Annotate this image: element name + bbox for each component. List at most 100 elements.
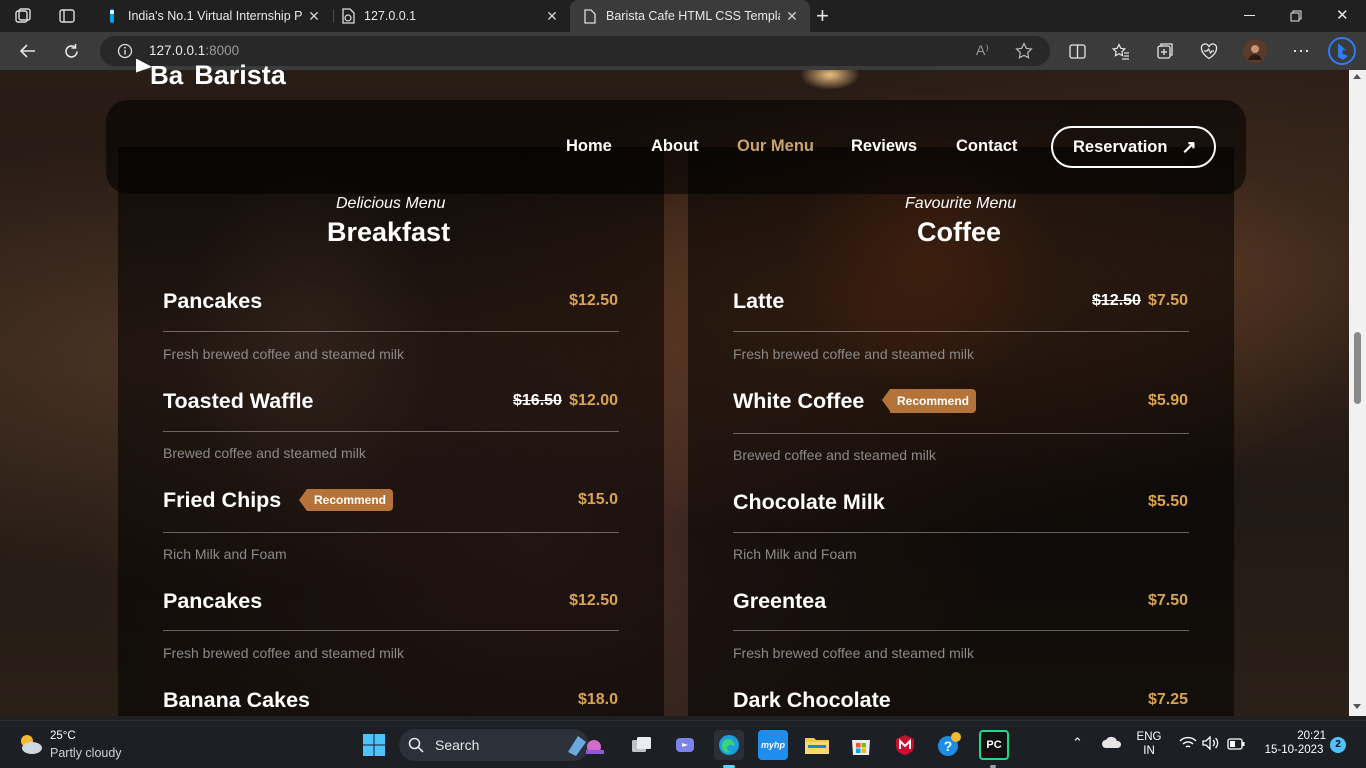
menu-item-desc: Brewed coffee and steamed milk: [163, 445, 366, 461]
page-icon: [340, 8, 356, 24]
menu-item-name: Fried Chips: [163, 488, 282, 512]
tab-localhost[interactable]: 127.0.0.1 ✕: [328, 0, 570, 32]
recommend-badge: Recommend: [299, 489, 393, 511]
show-hidden-icons-icon[interactable]: ⌃: [1072, 735, 1083, 751]
menu-item-price: $7.50: [1147, 292, 1188, 309]
workspaces-icon[interactable]: [14, 7, 32, 25]
nav-contact[interactable]: Contact: [956, 137, 1017, 156]
browser-essentials-icon[interactable]: [1193, 35, 1225, 67]
scroll-thumb[interactable]: [1354, 332, 1361, 404]
notification-badge[interactable]: 2: [1330, 737, 1346, 753]
menu-item-desc: Fresh brewed coffee and steamed milk: [733, 346, 974, 362]
volume-icon[interactable]: [1202, 735, 1220, 751]
scroll-down-arrow-icon[interactable]: [1353, 704, 1361, 709]
menu-item-desc: Fresh brewed coffee and steamed milk: [163, 346, 404, 362]
url-host: 127.0.0.1: [149, 43, 206, 58]
profile-avatar[interactable]: [1239, 35, 1271, 67]
nav-our-menu[interactable]: Our Menu: [737, 137, 814, 156]
restore-icon[interactable]: [1290, 9, 1302, 22]
menu-item-name: Toasted Waffle: [163, 389, 314, 413]
split-screen-icon[interactable]: [1061, 35, 1093, 67]
refresh-icon[interactable]: [55, 35, 87, 67]
favorites-icon[interactable]: [1105, 35, 1137, 67]
clock[interactable]: 20:21 15-10-2023: [1256, 730, 1332, 756]
site-info-icon[interactable]: [117, 43, 133, 59]
language-code: ENG: [1136, 731, 1162, 743]
more-options-icon[interactable]: ⋯: [1285, 35, 1317, 67]
divider: [163, 532, 619, 533]
menu-item-desc: Fresh brewed coffee and steamed milk: [163, 645, 404, 661]
myhp-icon[interactable]: myhp: [758, 730, 788, 760]
weather-icon[interactable]: [16, 731, 44, 757]
tab-barista[interactable]: Barista Cafe HTML CSS Template ✕: [570, 0, 810, 32]
microsoft-store-icon[interactable]: [846, 730, 876, 760]
wifi-icon[interactable]: [1179, 736, 1197, 750]
menu-item-price: $12.50: [569, 592, 618, 609]
svg-text:?: ?: [944, 738, 953, 754]
back-icon[interactable]: [12, 35, 44, 67]
search-icon: [408, 737, 424, 753]
brand-logo-alt: Ba: [150, 60, 184, 90]
onedrive-icon[interactable]: [1101, 735, 1123, 749]
brand[interactable]: Ba Barista: [136, 58, 286, 90]
close-tab-icon[interactable]: ✕: [302, 8, 326, 25]
mcafee-icon[interactable]: [890, 730, 920, 760]
arrow-up-right-icon: ↗: [1181, 136, 1197, 157]
close-tab-icon[interactable]: ✕: [540, 8, 564, 25]
close-tab-icon[interactable]: ✕: [780, 8, 804, 25]
region-code: IN: [1143, 745, 1155, 757]
browser-tab-bar: India's No.1 Virtual Internship Pla ✕ 12…: [0, 0, 1366, 32]
battery-icon[interactable]: [1227, 737, 1245, 750]
collections-icon[interactable]: [1149, 35, 1181, 67]
minimize-icon[interactable]: [1244, 15, 1255, 16]
menu-item-price: $5.90: [1147, 392, 1188, 409]
divider: [163, 630, 619, 631]
menu-item-name: Pancakes: [163, 589, 263, 613]
read-aloud-icon[interactable]: A⁾: [976, 42, 989, 59]
coffee-title: Coffee: [917, 217, 1002, 247]
page-scrollbar[interactable]: [1349, 70, 1366, 716]
nav-about[interactable]: About: [651, 137, 699, 156]
taskbar-search[interactable]: Search: [399, 729, 604, 761]
brand-name: Barista: [194, 60, 286, 90]
coffee-subtitle: Favourite Menu: [905, 195, 1017, 212]
url-text: 127.0.0.1:8000: [149, 43, 239, 58]
menu-item-name: White Coffee: [733, 389, 865, 413]
favorite-star-icon[interactable]: [1015, 42, 1033, 60]
new-tab-button[interactable]: +: [816, 3, 836, 29]
divider: [733, 532, 1189, 533]
weather-description[interactable]: Partly cloudy: [50, 746, 122, 760]
tab-internshala[interactable]: India's No.1 Virtual Internship Pla ✕: [92, 0, 332, 32]
breakfast-title: Breakfast: [327, 217, 451, 247]
file-explorer-icon[interactable]: [802, 730, 832, 760]
breakfast-subtitle: Delicious Menu: [336, 195, 446, 212]
close-window-icon[interactable]: ✕: [1336, 6, 1349, 24]
bing-copilot-icon[interactable]: [1326, 35, 1358, 67]
menu-item-price: $7.50: [1147, 592, 1188, 609]
windows-start-icon[interactable]: [359, 730, 389, 760]
menu-item-name: Dark Chocolate: [733, 688, 891, 712]
teams-chat-icon[interactable]: [670, 730, 700, 760]
menu-item-name: Latte: [733, 289, 785, 313]
nav-home[interactable]: Home: [566, 137, 612, 156]
language-indicator[interactable]: ENG IN: [1134, 731, 1164, 757]
lamp-glow: [800, 70, 860, 90]
reservation-button[interactable]: Reservation ↗: [1051, 126, 1216, 168]
clock-time: 20:21: [1297, 730, 1326, 742]
pycharm-icon[interactable]: PC: [979, 730, 1009, 760]
task-view-icon[interactable]: [627, 730, 657, 760]
search-highlight-icon: [564, 732, 610, 758]
document-icon: [582, 8, 598, 24]
menu-item-name: Chocolate Milk: [733, 490, 885, 514]
help-icon[interactable]: ?: [934, 730, 964, 760]
divider: [163, 431, 619, 432]
edge-browser-icon[interactable]: [714, 730, 744, 760]
weather-temperature[interactable]: 25°C: [50, 730, 76, 742]
nav-reviews[interactable]: Reviews: [851, 137, 917, 156]
scroll-up-arrow-icon[interactable]: [1353, 74, 1361, 79]
divider: [163, 331, 619, 332]
divider: [733, 331, 1189, 332]
menu-item-desc: Rich Milk and Foam: [733, 546, 857, 562]
tab-title: 127.0.0.1: [364, 9, 417, 23]
tab-actions-icon[interactable]: [58, 7, 76, 25]
